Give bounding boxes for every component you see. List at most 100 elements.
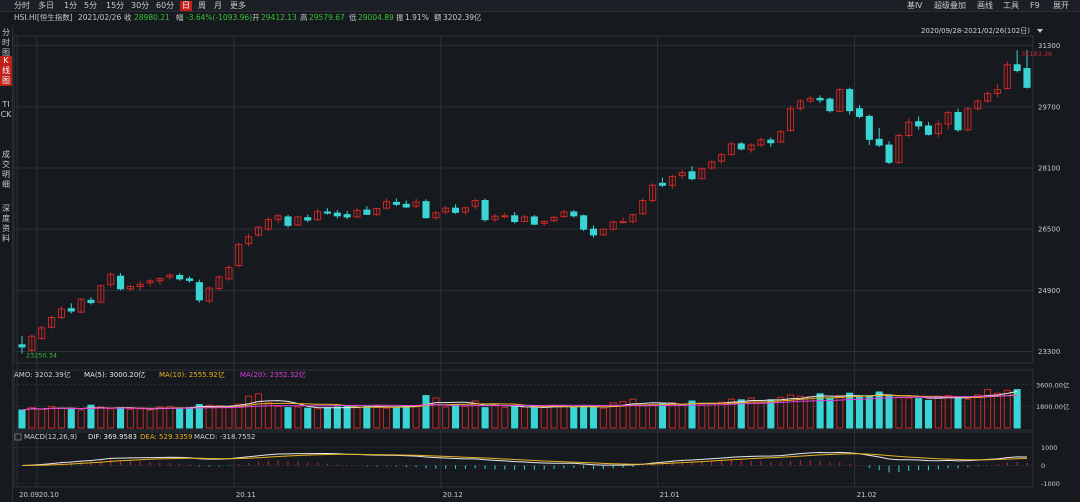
amo-bar-up [678,404,686,429]
amo-bar-down [826,398,834,429]
candle-down [87,299,95,304]
low-value: 29004.89 [358,13,394,22]
panel-frame-0 [13,35,1034,364]
price-axis-label: 23300 [1038,348,1060,356]
period-tab-15min[interactable]: 15分 [106,1,124,11]
amo-bar-down [580,405,588,429]
candle-down [570,211,578,217]
amo-bar-down [392,406,400,429]
expand-button[interactable]: 展开 [1053,1,1069,11]
macd-header-dea: DEA: 529.3359 [140,433,192,441]
amo-bar-up [491,405,499,429]
amo-bar-down [915,398,923,429]
amo-bar-down [67,408,75,429]
sidebar-tab-tick[interactable]: TICK [0,100,12,120]
amo-bar-up [905,397,913,429]
close-value: 28980.21 [134,13,170,22]
amo-bar-up [28,407,36,429]
period-tab-multiday[interactable]: 多日 [38,1,54,11]
macd-header-macd: MACD: -318.7552 [194,433,256,441]
price-axis-label: 26500 [1038,226,1060,234]
open-label: 开 [252,13,260,22]
amo-bar-up [639,405,647,429]
date-axis-label: 20.10 [39,491,59,499]
amo-bar-down [18,409,26,429]
amo-bar-up [520,406,529,429]
amo-bar-down [846,392,854,429]
amo-bar-up [373,404,381,429]
candle-down [954,112,962,131]
change-label: 幅 [176,13,184,22]
chart-canvas[interactable]: 31300 29700 28100 26500 24900 23300 20.09 20.10… [0,0,1080,502]
sidebar-tab-depth[interactable]: 深度资料 [0,204,12,244]
amo-bar-up [461,405,469,429]
amo-bar-up [383,407,391,429]
amo-bar-up [501,407,509,429]
amo-bar-down [284,407,292,429]
candle-down [363,209,371,215]
amo-bar-down [855,396,864,429]
price-axis-label: 28100 [1038,165,1060,173]
macd-axis-label: -1000 [1041,480,1060,488]
amo-header-ma10: MA(10): 2555.92亿 [159,370,225,379]
amo-bar-up [471,400,479,429]
amo-bar-up [314,408,322,429]
amo-bar-down [422,395,430,429]
candle-down [1013,64,1021,72]
amo-bar-up [649,404,657,429]
macd-header-params: MACD(12,26,9) [24,433,77,441]
period-tab-intraday[interactable]: 分时 [14,1,30,11]
amo-bar-up [934,395,942,429]
candle-down [875,138,883,146]
symbol-name: HSI.HI[恒生指数] [14,13,73,22]
amo-bar-up [225,407,233,429]
candle-down [511,215,519,223]
candle-down [176,274,184,280]
indicator-menu-button[interactable]: 基Ⅳ [907,1,922,11]
amo-bar-down [343,405,351,429]
candle-down [392,201,400,205]
amo-bar-down [816,393,824,429]
candle-down [885,144,893,163]
candle-down [915,121,923,127]
amo-bar-down [885,395,893,429]
overlay-menu-button[interactable]: 超级叠加 [934,1,966,11]
amo-bar-up [215,405,223,429]
amo-bar-up [412,405,420,429]
period-tab-more[interactable]: 更多 [230,1,246,11]
period-tab-60min[interactable]: 60分 [156,1,174,11]
low-label: 低 [349,13,357,22]
period-tab-day[interactable]: 日 [180,1,192,11]
sidebar-tab-intraday[interactable]: 分时图 [0,28,12,58]
candle-down [116,275,125,290]
candle-down [580,215,588,230]
f9-button[interactable]: F9 [1030,1,1040,11]
amo-header-ma20: MA(20): 2352.32亿 [240,370,306,379]
period-toolbar: 分时 多日 1分 5分 15分 30分 60分 日 周 月 更多 基Ⅳ 超级叠加… [0,0,1080,12]
amo-bar-down [116,407,125,429]
amo-bar-up [560,405,568,429]
amount-value: 3202.39亿 [443,13,482,22]
sidebar-tab-trades[interactable]: 成交明细 [0,150,12,190]
candle-down [855,108,864,117]
period-tab-month[interactable]: 月 [214,1,222,11]
candle-down [402,203,410,208]
period-tab-1min[interactable]: 1分 [64,1,77,11]
amo-bar-down [658,403,666,429]
amo-bar-down [589,407,598,429]
amo-bar-up [48,405,56,429]
amo-bar-up [294,406,302,429]
period-tab-5min[interactable]: 5分 [84,1,97,11]
draw-line-button[interactable]: 画线 [977,1,993,11]
amo-bar-down [451,404,460,429]
view-sidebar: 分时图 K线图 TICK 成交明细 深度资料 [0,24,13,502]
tools-button[interactable]: 工具 [1003,1,1019,11]
amo-bar-down [304,407,312,429]
open-value: 29412.13 [261,13,297,22]
candle-down [924,125,933,135]
period-tab-30min[interactable]: 30分 [131,1,149,11]
amo-header-ma5: MA(5): 3000.20亿 [84,370,145,379]
period-tab-week[interactable]: 周 [198,1,206,11]
candle-down [422,201,430,219]
sidebar-tab-kline[interactable]: K线图 [0,56,12,86]
